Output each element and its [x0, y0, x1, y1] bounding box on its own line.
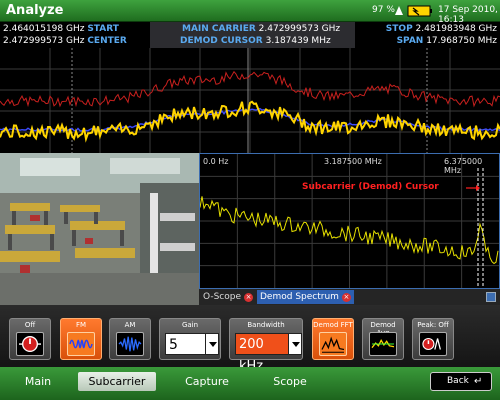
demod-spectrum-panel[interactable]: 0.0 Hz 3.187500 MHz 6.375000 MHz Subcarr… — [199, 153, 500, 289]
stop-frequency[interactable]: STOP 2.481983948 GHz — [386, 24, 497, 35]
am-button[interactable]: AM — [109, 318, 151, 360]
back-button[interactable]: Back ↵ — [430, 372, 492, 391]
demod-cursor[interactable]: DEMOD CURSOR 3.187439 MHz — [180, 36, 331, 47]
spectrum-plot[interactable] — [0, 48, 500, 153]
demod-fft-button[interactable]: Demod FFT — [312, 318, 354, 360]
gain-control: Gain 5 — [159, 318, 221, 360]
tab-demod-label: Demod Spectrum — [260, 292, 339, 302]
peak-label: Peak: Off — [417, 321, 449, 329]
peak-icon — [419, 332, 447, 356]
battery-percent: 97 % — [372, 5, 395, 15]
title-bar: Analyze 97 % 17 Sep 2010, 16:13 — [0, 0, 500, 25]
demod-freq-right: 6.375000 MHz — [444, 157, 483, 175]
return-arrow-icon: ↵ — [474, 376, 483, 387]
off-label: Off — [24, 321, 36, 329]
center-value: 2.472999573 GHz — [3, 36, 85, 46]
peak-button[interactable]: Peak: Off — [412, 318, 454, 360]
fm-label: FM — [75, 321, 87, 329]
average-icon — [369, 332, 397, 356]
start-key: START — [87, 24, 119, 34]
gain-label: Gain — [181, 321, 199, 329]
span-frequency[interactable]: SPAN 17.968750 MHz — [397, 36, 497, 47]
nav-main[interactable]: Main — [8, 372, 68, 391]
am-wave-icon — [116, 332, 144, 356]
main-carrier-value: 2.472999573 GHz — [258, 24, 341, 34]
tab-oscope[interactable]: O-Scope × — [200, 290, 256, 304]
fm-button[interactable]: FM — [60, 318, 102, 360]
bandwidth-control: Bandwidth 200 kHz — [229, 318, 303, 374]
demod-fft-label: Demod FFT — [313, 321, 353, 329]
gain-input[interactable]: 5 — [165, 333, 207, 355]
fft-icon — [319, 332, 347, 356]
center-key: CENTER — [87, 36, 127, 46]
demod-freq-mid: 3.187500 MHz — [324, 157, 382, 166]
off-button[interactable]: Off — [9, 318, 51, 360]
demod-cursor-key: DEMOD CURSOR — [180, 36, 263, 46]
bandwidth-select[interactable]: 200 kHz — [235, 333, 290, 374]
span-key: SPAN — [396, 36, 424, 46]
subcarrier-cursor-label: Subcarrier (Demod) Cursor — [302, 182, 439, 192]
main-carrier-key: MAIN CARRIER — [182, 24, 256, 34]
nav-subcarrier[interactable]: Subcarrier — [78, 372, 156, 391]
app-title: Analyze — [6, 3, 64, 18]
gain-dropdown-icon[interactable] — [205, 333, 219, 355]
demod-controls: Off FM AM Gain 5 Bandwidth 200 kHz Demod… — [0, 305, 500, 374]
battery-icon — [407, 5, 432, 17]
power-icon — [16, 332, 44, 356]
stop-value: 2.481983948 GHz — [415, 24, 497, 34]
demod-cursor-value: 3.187439 MHz — [265, 36, 331, 46]
demod-freq-left: 0.0 Hz — [203, 157, 229, 166]
span-value: 17.968750 MHz — [426, 36, 497, 46]
stop-key: STOP — [385, 24, 413, 34]
tab-oscope-label: O-Scope — [203, 292, 241, 302]
panel-menu-icon[interactable] — [486, 292, 496, 302]
tab-demod-spectrum[interactable]: Demod Spectrum × — [257, 290, 354, 304]
start-value: 2.464015198 GHz — [3, 24, 85, 34]
nav-capture[interactable]: Capture — [170, 372, 244, 391]
frequency-info-header: 2.464015198 GHz START 2.472999573 GHz CE… — [0, 22, 500, 48]
bandwidth-dropdown-icon[interactable] — [288, 333, 302, 355]
am-label: AM — [124, 321, 136, 329]
center-frequency[interactable]: 2.472999573 GHz CENTER — [3, 36, 127, 47]
camera-view-image — [0, 153, 199, 305]
demod-avg-button[interactable]: Demod Avg — [362, 318, 404, 360]
fm-wave-icon — [67, 332, 95, 356]
signal-icon — [395, 6, 403, 15]
close-icon[interactable]: × — [341, 293, 351, 302]
bottom-nav: Main Subcarrier Capture Scope Back ↵ — [0, 367, 500, 400]
panel-tab-strip: O-Scope × Demod Spectrum × — [199, 289, 500, 305]
bandwidth-label: Bandwidth — [247, 321, 285, 329]
main-carrier[interactable]: MAIN CARRIER 2.472999573 GHz — [182, 24, 340, 35]
nav-scope[interactable]: Scope — [258, 372, 322, 391]
back-label: Back — [447, 376, 469, 386]
start-frequency[interactable]: 2.464015198 GHz START — [3, 24, 119, 35]
close-icon[interactable]: × — [244, 293, 253, 302]
